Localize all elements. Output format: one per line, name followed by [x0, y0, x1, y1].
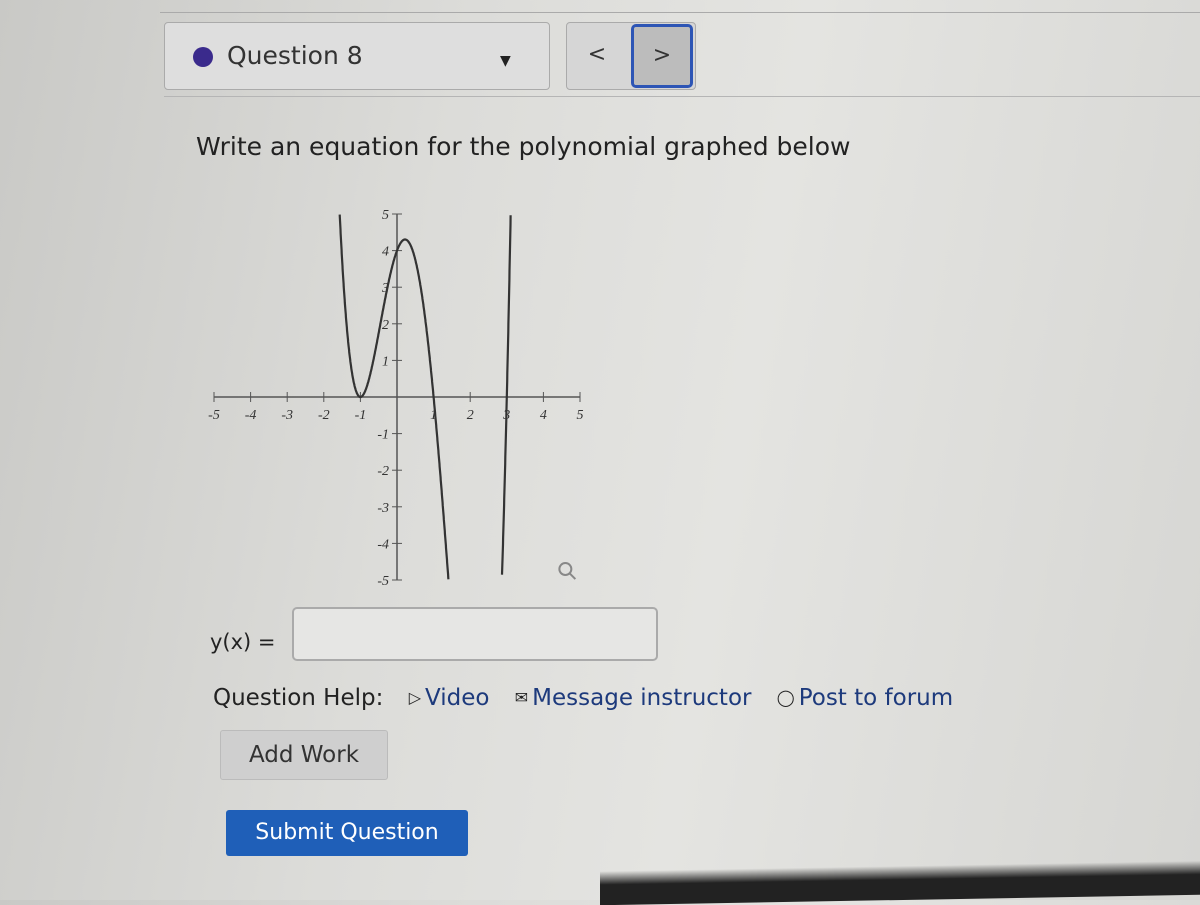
x-tick-label: 2 [467, 408, 474, 423]
question-selector[interactable]: Question 8 ▼ [164, 22, 550, 90]
polynomial-graph: -5 -4 -3 -2 -1 1 2 3 4 554321-1-2-3-4-5 [208, 208, 584, 589]
x-tick-label: 5 [577, 408, 584, 423]
question-help: Question Help: ▷ Video ✉ Message instructo… [213, 684, 953, 711]
y-tick-label: -5 [377, 574, 389, 589]
x-tick-label: -3 [281, 408, 293, 423]
question-nav: < > [566, 22, 696, 90]
mail-icon: ✉ [514, 688, 529, 707]
y-tick-label: -3 [377, 501, 389, 516]
question-label: Question 8 [227, 41, 363, 70]
answer-input[interactable] [292, 607, 658, 661]
question-prompt: Write an equation for the polynomial gra… [196, 132, 851, 161]
next-question-button[interactable]: > [631, 24, 693, 88]
x-tick-label: -4 [245, 408, 257, 423]
submit-question-button[interactable]: Submit Question [226, 810, 468, 856]
screen-edge [600, 860, 1200, 905]
video-icon: ▷ [408, 688, 421, 707]
x-tick-label: 4 [540, 408, 547, 423]
y-tick-label: 2 [382, 318, 389, 333]
answer-label: y(x) = [210, 630, 276, 654]
status-dot-icon [193, 47, 213, 67]
add-work-button[interactable]: Add Work [220, 730, 388, 780]
y-tick-label: 5 [382, 208, 389, 223]
video-link[interactable]: Video [425, 685, 489, 711]
y-tick-label: -4 [377, 537, 389, 552]
message-instructor-link[interactable]: Message instructor [532, 685, 751, 711]
magnifier-icon[interactable] [558, 562, 577, 580]
polynomial-curve [500, 215, 512, 575]
post-to-forum-link[interactable]: Post to forum [799, 685, 953, 711]
divider [160, 12, 1200, 13]
caret-down-icon: ▼ [500, 53, 511, 69]
divider [164, 96, 1200, 97]
y-tick-label: 4 [382, 245, 389, 260]
x-tick-label: -2 [318, 408, 330, 423]
chat-bubble-icon: ◯ [776, 688, 795, 707]
y-tick-label: -2 [377, 464, 389, 479]
x-tick-label: -5 [208, 408, 220, 423]
x-tick-label: -1 [355, 408, 367, 423]
help-label: Question Help: [213, 684, 384, 711]
prev-question-button[interactable]: < [567, 23, 627, 89]
y-tick-label: 1 [382, 354, 389, 369]
y-tick-label: -1 [377, 428, 389, 443]
